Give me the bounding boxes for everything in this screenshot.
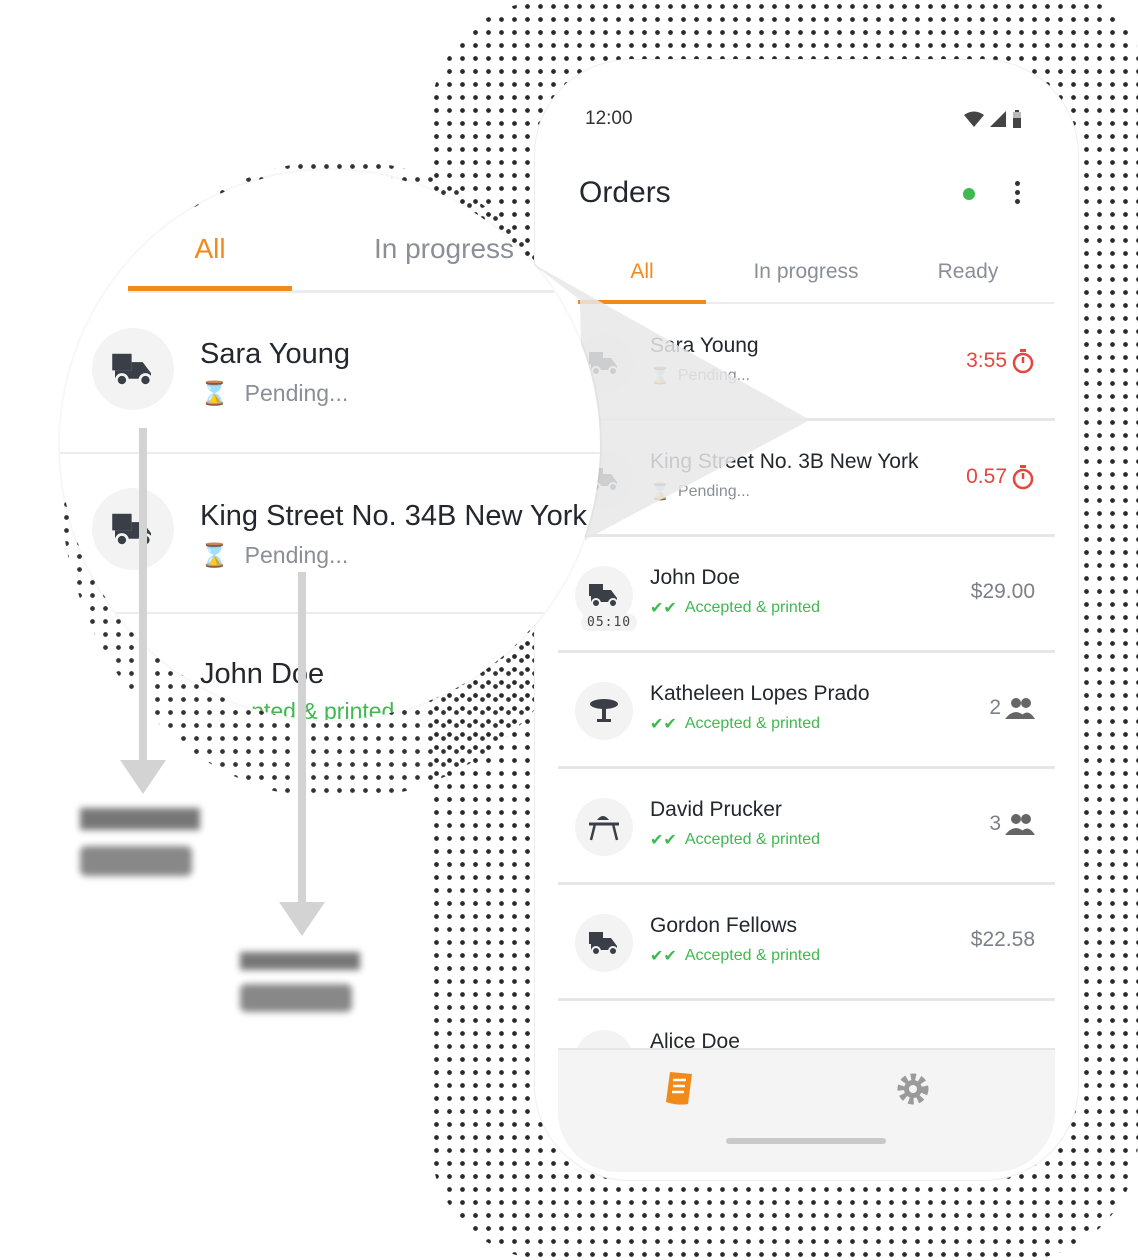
order-status: ⌛ Pending... — [650, 483, 750, 501]
settings-gear-icon[interactable] — [894, 1070, 932, 1108]
wifi-icon — [964, 111, 984, 127]
order-name: David Prucker — [650, 798, 782, 821]
delivery-scooter-icon — [92, 488, 174, 570]
zoom-order-status: ⌛ Pending... — [200, 542, 349, 568]
zoom-order-status: ⌛ Pending... — [200, 380, 349, 406]
stopwatch-icon — [1012, 465, 1034, 490]
order-row[interactable]: Katheleen Lopes Prado ✔✔ Accepted & print… — [558, 652, 1055, 769]
zoom-tabs: All In progress — [128, 220, 600, 293]
blurred-callout-value — [240, 984, 352, 1012]
hourglass-icon: ⌛ — [650, 368, 670, 385]
delivery-scooter-icon — [92, 328, 174, 410]
double-check-icon: ✔✔ — [650, 600, 677, 617]
order-row[interactable]: David Prucker ✔✔ Accepted & printed 3 — [558, 768, 1055, 885]
hourglass-icon: ⌛ — [200, 542, 229, 568]
hourglass-icon: ⌛ — [200, 380, 229, 406]
order-timer: 0.57 — [966, 464, 1035, 490]
order-name: Gordon Fellows — [650, 914, 798, 937]
order-name: John Doe — [650, 566, 740, 589]
blurred-callout-label — [80, 808, 200, 830]
delivery-scooter-icon — [575, 1030, 633, 1048]
callout-arrow-line — [298, 572, 306, 906]
order-status: ✔✔ Accepted & printed — [650, 947, 821, 965]
stopwatch-icon — [1012, 349, 1034, 374]
hourglass-icon: ⌛ — [650, 484, 670, 501]
arrow-down-icon — [120, 760, 166, 794]
zoom-tab-all: All — [128, 226, 292, 291]
people-icon — [1005, 814, 1035, 835]
orders-receipt-icon[interactable] — [658, 1068, 698, 1108]
battery-icon — [1013, 110, 1021, 128]
page-title: Orders — [579, 176, 671, 209]
blurred-callout-label — [240, 952, 360, 970]
guest-count: 2 — [989, 696, 1035, 720]
order-name: Katheleen Lopes Prado — [650, 682, 870, 705]
dine-in-icon — [575, 798, 633, 856]
order-status: ✔✔ Accepted & printed — [650, 831, 821, 849]
order-price: $29.00 — [970, 580, 1035, 603]
delivery-scooter-icon — [575, 914, 633, 972]
people-icon — [1005, 698, 1035, 719]
home-indicator[interactable] — [726, 1138, 886, 1144]
blurred-callout-value — [80, 846, 192, 876]
zoom-order-name: King Street No. 34B New York — [200, 500, 587, 532]
phone-frame: 12:00 Orders All In progress Ready Sara … — [535, 60, 1078, 1180]
zoom-order-name: Sara Young — [200, 338, 350, 370]
order-status: ⌛ Pending... — [650, 367, 750, 385]
order-price: $22.58 — [970, 928, 1035, 951]
order-name: Sara Young — [650, 334, 759, 357]
order-timer-badge: 05:10 — [581, 614, 638, 631]
order-name: King Street No. 3B New York — [650, 450, 919, 473]
signal-icon — [990, 111, 1006, 127]
tab-in-progress[interactable]: In progress — [728, 256, 884, 300]
order-row[interactable]: Alice Doe — [558, 1000, 1055, 1048]
status-time: 12:00 — [585, 108, 633, 129]
online-status-indicator — [963, 188, 975, 200]
order-tabs: All In progress Ready — [578, 256, 1054, 304]
order-row[interactable]: King Street No. 3B New York ⌛ Pending... … — [558, 420, 1055, 537]
tab-ready[interactable]: Ready — [918, 256, 1018, 300]
double-check-icon: ✔✔ — [650, 832, 677, 849]
double-check-icon: ✔✔ — [650, 716, 677, 733]
order-row[interactable]: Gordon Fellows ✔✔ Accepted & printed $22.… — [558, 884, 1055, 1001]
orders-list: Sara Young ⌛ Pending... 3:55 King Street … — [558, 304, 1055, 1048]
guest-count: 3 — [989, 812, 1035, 836]
order-name: Alice Doe — [650, 1030, 740, 1048]
order-row[interactable]: 05:10 John Doe ✔✔ Accepted & printed $29.… — [558, 536, 1055, 653]
callout-arrow-line — [139, 428, 147, 764]
status-icons — [964, 110, 1022, 128]
order-status: ✔✔ Accepted & printed — [650, 599, 821, 617]
double-check-icon: ✔✔ — [650, 948, 677, 965]
more-options-icon[interactable] — [1015, 181, 1021, 204]
order-status: ✔✔ Accepted & printed — [650, 715, 821, 733]
zoom-tab-in-progress: In progress — [373, 233, 515, 264]
order-row[interactable]: Sara Young ⌛ Pending... 3:55 — [558, 304, 1055, 421]
order-timer: 3:55 — [966, 348, 1035, 374]
table-icon — [575, 682, 633, 740]
bottom-navigation — [558, 1048, 1055, 1172]
arrow-down-icon — [279, 902, 325, 936]
